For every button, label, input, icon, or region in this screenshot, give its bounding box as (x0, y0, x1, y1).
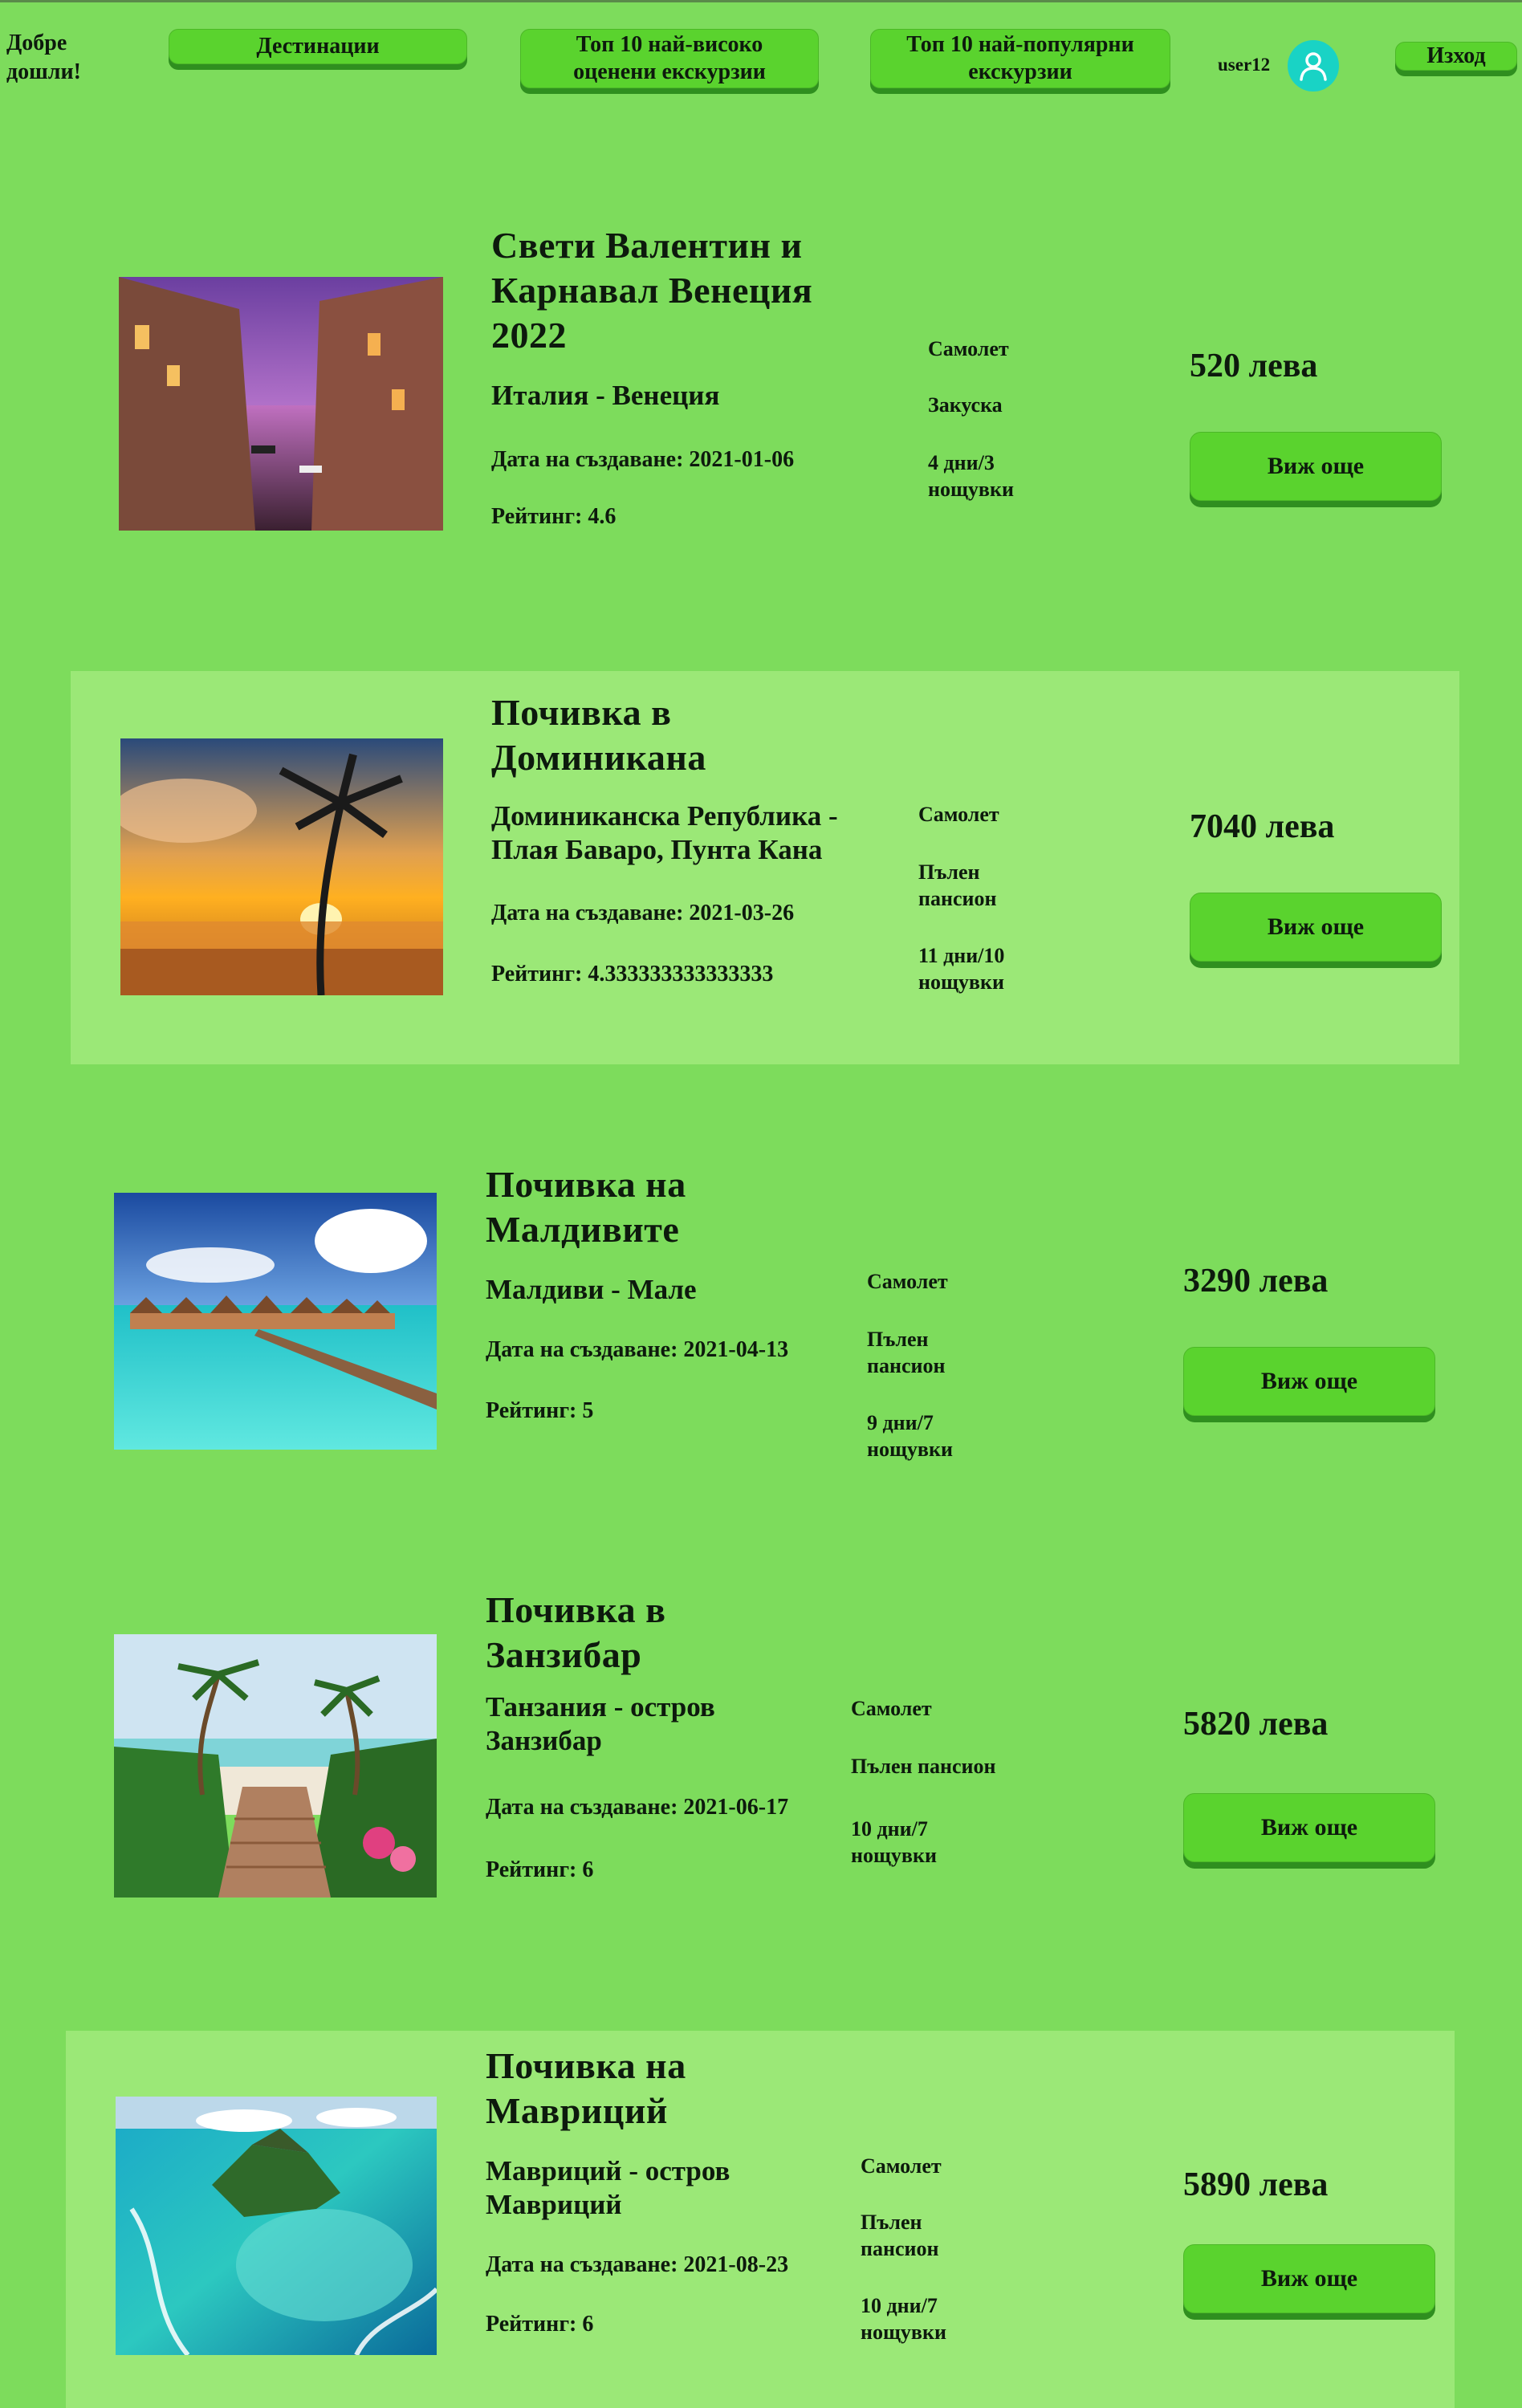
excursion-price: 3290 лева (1183, 1263, 1329, 1300)
excursion-created-date: Дата на създаване: 2021-03-26 (491, 901, 795, 925)
excursion-duration: 4 дни/3 нощувки (928, 451, 1014, 501)
view-more-button[interactable]: Виж още (1183, 1793, 1435, 1862)
excursion-created-date: Дата на създаване: 2021-01-06 (491, 447, 795, 472)
excursion-location: Мавриций - остров Мавриций (486, 2155, 730, 2220)
zanzibar-beach-stairs-image (114, 1634, 437, 1898)
excursion-location: Малдиви - Мале (486, 1274, 697, 1305)
excursion-created-date: Дата на създаване: 2021-08-23 (486, 2252, 789, 2277)
excursion-location: Италия - Венеция (491, 380, 720, 411)
venice-canal-image (119, 277, 443, 531)
excursion-transport: Самолет (928, 337, 1009, 360)
tropical-sunset-beach-image (120, 738, 443, 995)
nav-top-rated-button[interactable]: Топ 10 най-високо оценени екскурзии (520, 29, 819, 88)
excursion-rating: Рейтинг: 6 (486, 1857, 594, 1882)
excursion-meals: Закуска (928, 393, 1003, 417)
excursion-title: Почивка на Малдивите (486, 1164, 686, 1250)
logout-button[interactable]: Изход (1395, 42, 1517, 71)
welcome-text: Добре дошли! (6, 31, 81, 84)
excursion-title: Почивка на Мавриций (486, 2045, 686, 2131)
excursion-rating: Рейтинг: 5 (486, 1398, 594, 1423)
excursion-location: Доминиканска Република - Плая Баваро, Пу… (491, 800, 838, 865)
excursion-title: Почивка в Доминикана (491, 692, 706, 778)
window-top-border (0, 0, 1522, 2)
view-more-button[interactable]: Виж още (1183, 2244, 1435, 2313)
excursion-price: 5820 лева (1183, 1706, 1329, 1743)
view-more-button[interactable]: Виж още (1183, 1347, 1435, 1416)
excursion-transport: Самолет (851, 1697, 932, 1720)
excursion-transport: Самолет (918, 803, 999, 826)
user-silhouette-icon (1300, 52, 1327, 81)
nav-destinations-button[interactable]: Дестинации (169, 29, 467, 64)
nav-top-popular-button[interactable]: Топ 10 най-популярни екскурзии (870, 29, 1170, 88)
excursion-duration: 10 дни/7 нощувки (861, 2294, 946, 2344)
excursion-duration: 10 дни/7 нощувки (851, 1817, 937, 1867)
excursion-rating: Рейтинг: 4.6 (491, 504, 617, 529)
excursion-price: 7040 лева (1190, 808, 1335, 845)
view-more-button[interactable]: Виж още (1190, 432, 1442, 501)
excursion-created-date: Дата на създаване: 2021-04-13 (486, 1337, 789, 1362)
excursion-title: Свети Валентин и Карнавал Венеция 2022 (491, 225, 813, 356)
excursion-transport: Самолет (861, 2154, 942, 2178)
username-label: user12 (1218, 55, 1271, 75)
excursion-meals: Пълен пансион (851, 1755, 996, 1778)
user-avatar-icon[interactable] (1288, 40, 1339, 92)
excursion-meals: Пълен пансион (867, 1328, 946, 1377)
excursion-title: Почивка в Занзибар (486, 1589, 666, 1675)
excursion-meals: Пълен пансион (918, 860, 997, 910)
excursion-rating: Рейтинг: 4.333333333333333 (491, 962, 774, 986)
excursion-price: 5890 лева (1183, 2166, 1329, 2203)
maldives-water-villas-image (114, 1193, 437, 1450)
excursion-location: Танзания - остров Занзибар (486, 1691, 715, 1756)
excursion-price: 520 лева (1190, 348, 1318, 384)
excursion-rating: Рейтинг: 6 (486, 2312, 594, 2337)
excursion-created-date: Дата на създаване: 2021-06-17 (486, 1795, 789, 1820)
excursion-duration: 9 дни/7 нощувки (867, 1411, 953, 1461)
excursion-meals: Пълен пансион (861, 2211, 939, 2260)
excursion-transport: Самолет (867, 1270, 948, 1293)
view-more-button[interactable]: Виж още (1190, 893, 1442, 962)
mauritius-aerial-image (116, 2097, 437, 2355)
excursion-duration: 11 дни/10 нощувки (918, 944, 1005, 994)
